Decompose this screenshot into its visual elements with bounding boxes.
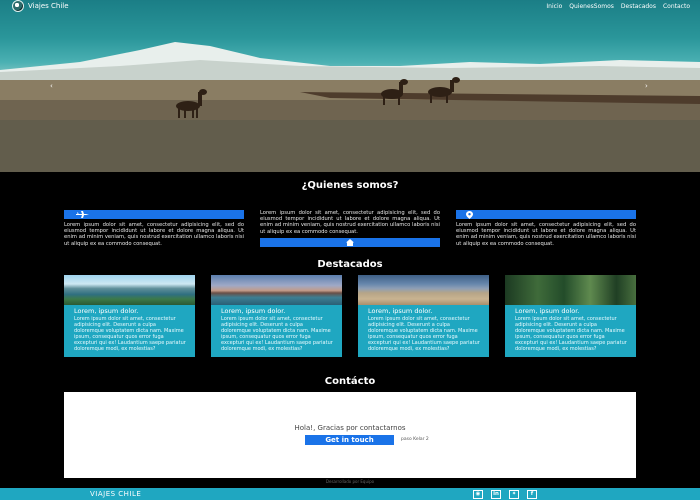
nav-item-inicio[interactable]: Inicio xyxy=(546,3,562,10)
linkedin-icon[interactable]: in xyxy=(491,489,501,499)
card-title: Lorem, ipsum dolor. xyxy=(368,307,433,315)
brand[interactable]: Viajes Chile xyxy=(12,0,69,12)
featured-card-4[interactable]: Lorem, ipsum dolor. Lorem ipsum dolor si… xyxy=(505,275,636,357)
featured-card-3[interactable]: Lorem, ipsum dolor. Lorem ipsum dolor si… xyxy=(358,275,489,357)
contact-panel: Hola!, Gracias por contactarnos Get in t… xyxy=(64,392,636,478)
footer-brand: VIAJES CHILE xyxy=(90,490,142,498)
contact-message: Hola!, Gracias por contactarnos xyxy=(294,424,406,432)
arrow-right-icon[interactable]: › xyxy=(645,82,648,90)
contact-helper-text: paso Kelar 2 xyxy=(401,437,429,442)
card-title: Lorem, ipsum dolor. xyxy=(221,307,286,315)
twitter-icon[interactable]: ✦ xyxy=(509,489,519,499)
get-in-touch-button[interactable]: Get in touch xyxy=(305,435,394,445)
hero-landscape-image xyxy=(0,42,700,172)
instagram-icon[interactable]: ◉ xyxy=(473,489,483,499)
navbar: Viajes Chile Inicio QuienesSomos Destaca… xyxy=(0,0,700,12)
card-title: Lorem, ipsum dolor. xyxy=(74,307,139,315)
home-icon xyxy=(346,238,354,246)
hero-carousel: ‹ › xyxy=(0,0,700,172)
card-text: Lorem ipsum dolor sit amet, consectetur … xyxy=(368,316,480,352)
location-pin-icon xyxy=(466,210,473,219)
card-image-volcano xyxy=(211,275,342,305)
card-text: Lorem ipsum dolor sit amet, consectetur … xyxy=(221,316,333,352)
nav-item-destacados[interactable]: Destacados xyxy=(621,3,656,10)
card-title: Lorem, ipsum dolor. xyxy=(515,307,580,315)
featured-card-2[interactable]: Lorem, ipsum dolor. Lorem ipsum dolor si… xyxy=(211,275,342,357)
logo-icon xyxy=(12,0,24,12)
airplane-icon xyxy=(76,211,89,218)
contact-title: Contácto xyxy=(324,376,376,387)
about-paragraph-2: Lorem ipsum dolor sit amet, consectetur … xyxy=(260,210,440,235)
about-column-3: Lorem ipsum dolor sit amet, consectetur … xyxy=(456,210,636,247)
brand-name: Viajes Chile xyxy=(28,2,69,10)
featured-title: Destacados xyxy=(317,259,383,270)
about-bar-3 xyxy=(456,210,636,219)
about-bar-2 xyxy=(260,237,440,247)
nav-menu: Inicio QuienesSomos Destacados Contacto xyxy=(546,3,690,10)
social-links: ◉ in ✦ f xyxy=(473,489,537,499)
about-column-2: Lorem ipsum dolor sit amet, consectetur … xyxy=(260,210,440,247)
card-image-forest xyxy=(505,275,636,305)
facebook-icon[interactable]: f xyxy=(527,489,537,499)
about-bar-1 xyxy=(64,210,244,219)
card-text: Lorem ipsum dolor sit amet, consectetur … xyxy=(515,316,627,352)
about-title: ¿Quienes somos? xyxy=(301,180,399,191)
card-image-beach xyxy=(358,275,489,305)
about-paragraph-3: Lorem ipsum dolor sit amet, consectetur … xyxy=(456,222,636,247)
about-column-1: Lorem ipsum dolor sit amet, consectetur … xyxy=(64,210,244,247)
footer: VIAJES CHILE ◉ in ✦ f xyxy=(0,488,700,500)
arrow-left-icon[interactable]: ‹ xyxy=(50,82,53,90)
featured-card-1[interactable]: Lorem, ipsum dolor. Lorem ipsum dolor si… xyxy=(64,275,195,357)
nav-item-quienes-somos[interactable]: QuienesSomos xyxy=(569,3,614,10)
credit-text: Desarrollado por Equipo xyxy=(325,479,375,484)
card-image-lake xyxy=(64,275,195,305)
about-paragraph-1: Lorem ipsum dolor sit amet, consectetur … xyxy=(64,222,244,247)
nav-item-contacto[interactable]: Contacto xyxy=(663,3,690,10)
card-text: Lorem ipsum dolor sit amet, consectetur … xyxy=(74,316,186,352)
